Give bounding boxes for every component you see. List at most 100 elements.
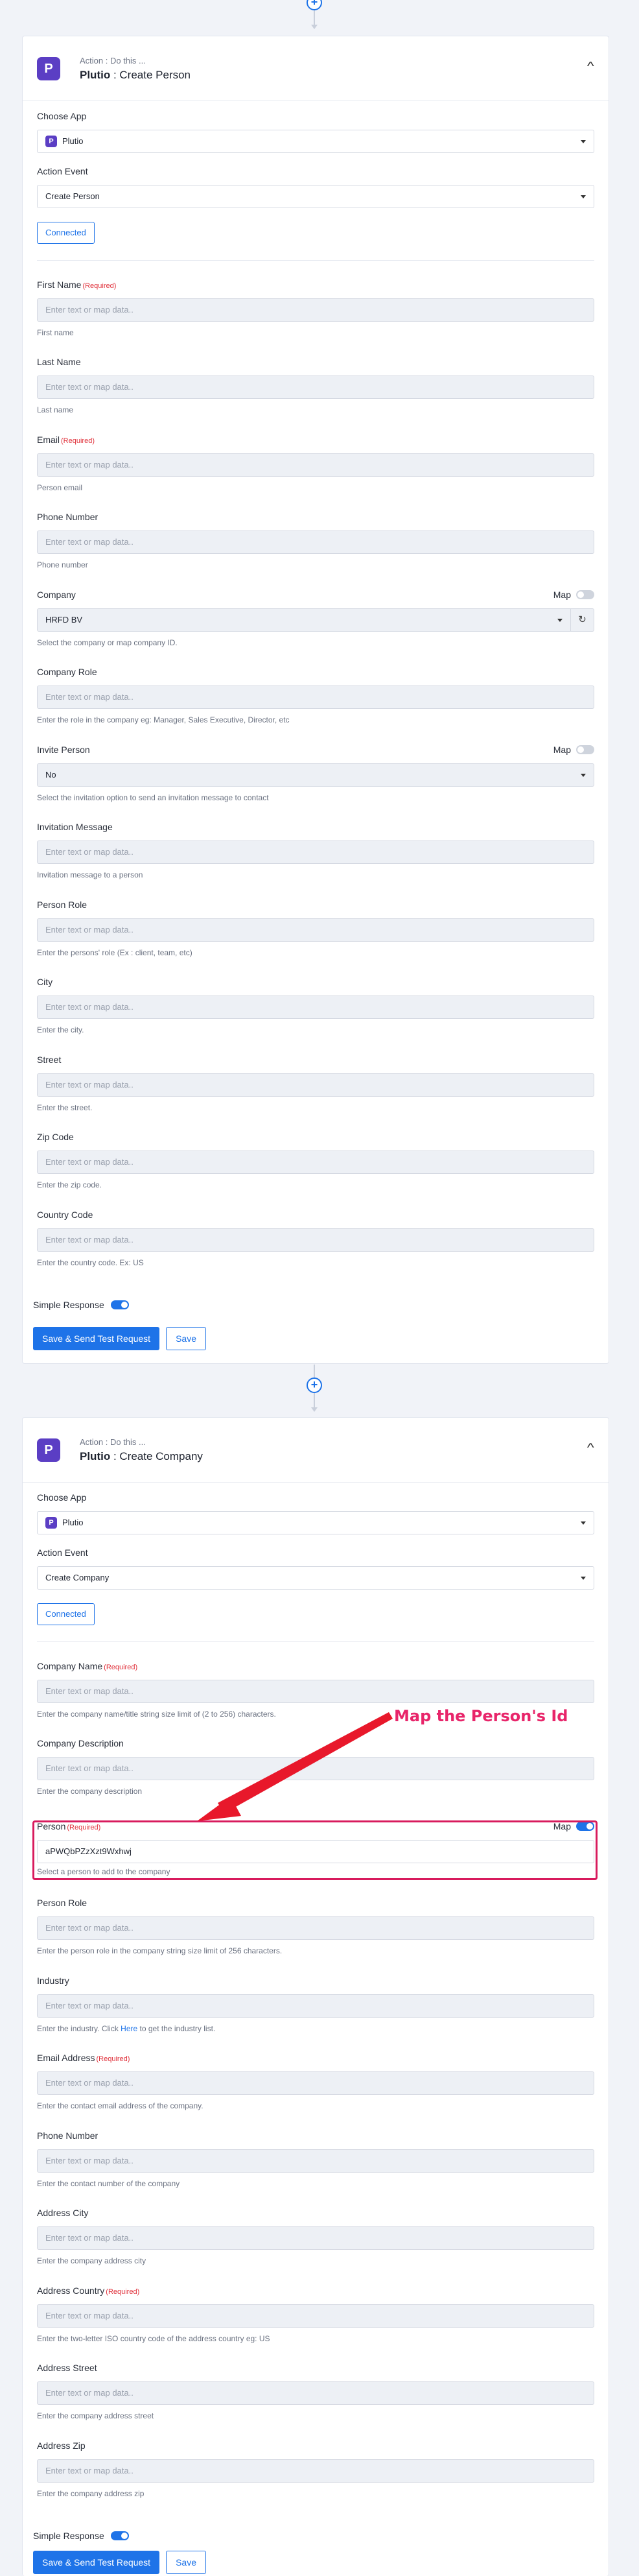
city-label: City — [37, 977, 53, 987]
person-role-field: Person Role Enter text or map data.. Ent… — [37, 1898, 594, 1955]
add-step-icon[interactable]: + — [307, 1377, 322, 1393]
street-input[interactable]: Enter text or map data.. — [37, 1073, 594, 1097]
action-event-field: Action Event Create Company — [37, 1547, 594, 1590]
address-street-field: Address Street Enter text or map data.. … — [37, 2363, 594, 2420]
choose-app-label: Choose App — [37, 111, 87, 121]
action-event-select[interactable]: Create Company — [37, 1566, 594, 1590]
last-name-hint: Last name — [37, 405, 74, 414]
address-city-input[interactable]: Enter text or map data.. — [37, 2226, 594, 2250]
step-title: Plutio : Create Company — [80, 1450, 203, 1463]
country-code-input[interactable]: Enter text or map data.. — [37, 1228, 594, 1252]
address-country-input[interactable]: Enter text or map data.. — [37, 2304, 594, 2328]
address-country-hint: Enter the two-letter ISO country code of… — [37, 2334, 270, 2343]
choose-app-select[interactable]: P Plutio — [37, 130, 594, 153]
address-zip-input[interactable]: Enter text or map data.. — [37, 2459, 594, 2483]
choose-app-field: Choose App P Plutio — [37, 1492, 594, 1534]
connected-button[interactable]: Connected — [37, 1603, 95, 1625]
email-label: Email (Required) — [37, 435, 95, 445]
last-name-input[interactable]: Enter text or map data.. — [37, 376, 594, 399]
zip-code-input[interactable]: Enter text or map data.. — [37, 1151, 594, 1174]
company-role-field: Company Role Enter text or map data.. En… — [37, 667, 594, 724]
company-role-label: Company Role — [37, 667, 97, 677]
simple-response-row: Simple Response — [33, 2531, 129, 2541]
choose-app-select[interactable]: P Plutio — [37, 1511, 594, 1534]
chevron-down-icon — [581, 195, 586, 198]
add-step-icon[interactable]: + — [307, 0, 322, 10]
company-name-input[interactable]: Enter text or map data.. — [37, 1680, 594, 1703]
simple-response-toggle[interactable] — [110, 2531, 129, 2540]
action-event-select[interactable]: Create Person — [37, 185, 594, 208]
required-marker: (Required) — [106, 2288, 140, 2296]
step-connector-top: + — [305, 0, 324, 29]
map-label: Map — [553, 745, 571, 755]
step-header[interactable]: P Action : Do this ... Plutio : Create P… — [23, 36, 609, 101]
person-role-label: Person Role — [37, 900, 87, 910]
action-event-label: Action Event — [37, 166, 88, 176]
first-name-hint: First name — [37, 328, 74, 337]
simple-response-label: Simple Response — [33, 1300, 104, 1310]
industry-input[interactable]: Enter text or map data.. — [37, 1994, 594, 2018]
save-and-send-test-button[interactable]: Save & Send Test Request — [33, 2551, 160, 2574]
refresh-icon[interactable]: ↻ — [571, 608, 594, 632]
toggle-switch[interactable] — [576, 745, 594, 754]
chevron-down-icon — [581, 140, 586, 143]
address-country-label: Address Country (Required) — [37, 2285, 140, 2296]
save-button[interactable]: Save — [166, 2551, 206, 2574]
address-city-field: Address City Enter text or map data.. En… — [37, 2208, 594, 2265]
save-button[interactable]: Save — [166, 1327, 206, 1350]
company-description-hint: Enter the company description — [37, 1787, 143, 1796]
action-event-value: Create Person — [45, 191, 100, 201]
address-zip-hint: Enter the company address zip — [37, 2489, 145, 2498]
invitation-message-input[interactable]: Enter text or map data.. — [37, 841, 594, 864]
street-label: Street — [37, 1055, 62, 1065]
action-step-create-company: P Action : Do this ... Plutio : Create C… — [22, 1417, 609, 2576]
toggle-switch[interactable] — [576, 590, 594, 599]
collapse-chevron-icon[interactable]: ^ — [587, 60, 594, 73]
address-zip-field: Address Zip Enter text or map data.. Ent… — [37, 2440, 594, 2498]
action-event-field: Action Event Create Person — [37, 166, 594, 208]
address-street-input[interactable]: Enter text or map data.. — [37, 2381, 594, 2405]
invite-person-map-toggle[interactable]: Map — [553, 745, 594, 755]
invite-person-select[interactable]: No — [37, 763, 594, 787]
email-address-input[interactable]: Enter text or map data.. — [37, 2071, 594, 2095]
company-map-toggle[interactable]: Map — [553, 590, 594, 600]
person-role-input[interactable]: Enter text or map data.. — [37, 918, 594, 942]
person-role-field: Person Role Enter text or map data.. Ent… — [37, 900, 594, 957]
choose-app-value: Plutio — [62, 136, 84, 146]
first-name-input[interactable]: Enter text or map data.. — [37, 298, 594, 322]
collapse-chevron-icon[interactable]: ^ — [587, 1441, 594, 1455]
city-input[interactable]: Enter text or map data.. — [37, 996, 594, 1019]
required-marker: (Required) — [61, 437, 95, 445]
company-select[interactable]: HRFD BV — [37, 608, 571, 632]
company-description-input[interactable]: Enter text or map data.. — [37, 1757, 594, 1780]
company-role-input[interactable]: Enter text or map data.. — [37, 686, 594, 709]
email-address-hint: Enter the contact email address of the c… — [37, 2101, 203, 2110]
address-street-hint: Enter the company address street — [37, 2411, 154, 2420]
industry-label: Industry — [37, 1975, 69, 1986]
phone-number-hint: Phone number — [37, 560, 88, 569]
invite-person-hint: Select the invitation option to send an … — [37, 793, 269, 802]
email-input[interactable]: Enter text or map data.. — [37, 453, 594, 477]
address-city-hint: Enter the company address city — [37, 2256, 146, 2265]
city-field: City Enter text or map data.. Enter the … — [37, 977, 594, 1034]
email-address-label: Email Address (Required) — [37, 2053, 130, 2063]
choose-app-field: Choose App P Plutio — [37, 111, 594, 153]
simple-response-toggle[interactable] — [110, 1300, 129, 1309]
last-name-field: Last Name Enter text or map data.. Last … — [37, 357, 594, 414]
person-role-input[interactable]: Enter text or map data.. — [37, 1916, 594, 1940]
chevron-down-icon — [557, 619, 563, 622]
invite-person-label: Invite Person — [37, 745, 90, 755]
step-header[interactable]: P Action : Do this ... Plutio : Create C… — [23, 1418, 609, 1483]
save-and-send-test-button[interactable]: Save & Send Test Request — [33, 1327, 160, 1350]
chevron-down-icon — [581, 1577, 586, 1580]
connection-row: Connected — [37, 1603, 594, 1625]
phone-number-input[interactable]: Enter text or map data.. — [37, 2149, 594, 2173]
connected-button[interactable]: Connected — [37, 222, 95, 244]
country-code-label: Country Code — [37, 1210, 93, 1220]
phone-number-input[interactable]: Enter text or map data.. — [37, 531, 594, 554]
industry-list-link[interactable]: Here — [121, 2024, 137, 2033]
step-subtitle: Action : Do this ... — [80, 1437, 146, 1447]
action-title: : Create Person — [113, 69, 191, 81]
arrow-down-icon — [311, 25, 318, 29]
arrow-down-icon — [311, 1407, 318, 1412]
